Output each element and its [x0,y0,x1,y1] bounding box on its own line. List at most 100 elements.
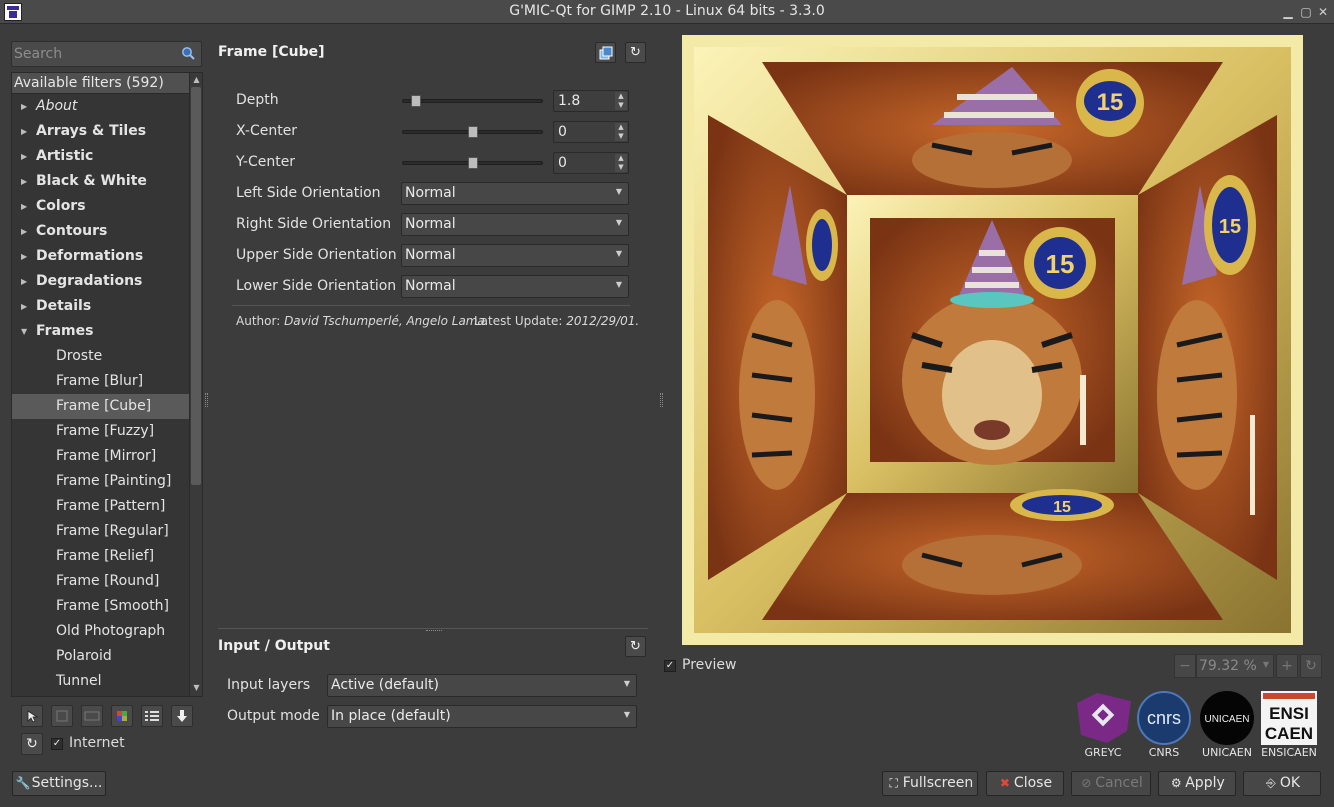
filter-scrollbar[interactable]: ▲ ▼ [189,73,202,696]
close-window-icon[interactable]: ✕ [1316,5,1330,19]
rename-fave-button[interactable] [81,705,103,727]
depth-slider[interactable] [402,99,543,103]
filter-item[interactable]: Droste [12,344,189,369]
unicaen-logo[interactable]: UNICAEN [1200,691,1254,745]
spin-up-icon[interactable]: ▲ [615,123,627,132]
collapsed-arrow-icon[interactable]: ▶ [21,294,27,319]
filter-item[interactable]: ▶ Degradations [12,269,189,294]
filter-item[interactable]: Frame [Round] [12,569,189,594]
expanded-arrow-icon[interactable]: ▼ [21,319,27,344]
filter-item[interactable]: Polaroid [12,644,189,669]
reset-params-button[interactable]: ↻ [625,42,646,63]
depth-slider-handle[interactable] [411,95,422,107]
filter-item[interactable]: Frame [Cube] [12,394,189,419]
ycenter-spinbox[interactable]: 0 ▲ ▼ [553,152,629,174]
remove-fave-button[interactable] [51,705,73,727]
filter-item[interactable]: ▶ Arrays & Tiles [12,119,189,144]
scroll-up-icon[interactable]: ▲ [191,74,202,86]
filter-item[interactable]: Frame [Fuzzy] [12,419,189,444]
right-orientation-select[interactable]: Normal ▼ [401,213,629,236]
zoom-reset-button[interactable]: ↻ [1300,654,1322,678]
ok-button[interactable]: ⎆ OK [1243,771,1321,796]
add-fave-button[interactable] [21,705,43,727]
refresh-icon: ↻ [26,736,38,752]
collapsed-arrow-icon[interactable]: ▶ [21,94,27,119]
cnrs-logo[interactable]: cnrs [1137,691,1191,745]
collapsed-arrow-icon[interactable]: ▶ [21,219,27,244]
close-button[interactable]: ✖ Close [986,771,1064,796]
collapsed-arrow-icon[interactable]: ▶ [21,244,27,269]
filter-tree[interactable]: Available filters (592) ▶ About ▶ Arrays & … [11,72,203,697]
maximize-icon[interactable]: ▢ [1299,5,1313,19]
expand-collapse-button[interactable] [141,705,163,727]
ycenter-slider-handle[interactable] [467,157,478,169]
update-filters-button[interactable]: ↻ [21,733,43,755]
upper-orientation-select[interactable]: Normal ▼ [401,244,629,267]
internet-checkbox[interactable]: ✓ [51,738,63,750]
scroll-down-icon[interactable]: ▼ [191,682,202,694]
search-field[interactable] [11,41,202,67]
filter-item[interactable]: Frame [Blur] [12,369,189,394]
left-orientation-select[interactable]: Normal ▼ [401,182,629,205]
filter-item[interactable]: ▶ Contours [12,219,189,244]
spin-up-icon[interactable]: ▲ [615,92,627,101]
scroll-thumb[interactable] [191,87,201,485]
copy-command-button[interactable] [595,42,616,63]
filter-item[interactable]: Tunnel [12,669,189,694]
filter-item[interactable]: Frame [Painting] [12,469,189,494]
xcenter-spinbox[interactable]: 0 ▲ ▼ [553,121,629,143]
download-button[interactable] [171,705,193,727]
settings-button[interactable]: 🔧Settings... [12,771,106,796]
filter-item[interactable]: ▶ About [12,94,189,119]
filter-item[interactable]: Frame [Mirror] [12,444,189,469]
collapsed-arrow-icon[interactable]: ▶ [21,169,27,194]
lower-orientation-select[interactable]: Normal ▼ [401,275,629,298]
io-separator[interactable] [218,628,648,629]
filter-item[interactable]: ▼ Frames [12,319,189,344]
collapsed-arrow-icon[interactable]: ▶ [21,269,27,294]
title-bar[interactable]: G'MIC-Qt for GIMP 2.10 - Linux 64 bits -… [0,0,1334,24]
greyc-logo[interactable] [1077,691,1131,745]
preview-image[interactable]: 15 15 15 15 [682,35,1303,645]
filter-item[interactable]: ▶ Details [12,294,189,319]
filter-item[interactable]: ▶ Colors [12,194,189,219]
copy-icon [599,46,612,60]
collapsed-arrow-icon[interactable]: ▶ [21,194,27,219]
zoom-out-button[interactable]: − [1174,654,1196,678]
spin-down-icon[interactable]: ▼ [615,101,627,110]
collapsed-arrow-icon[interactable]: ▶ [21,144,27,169]
filter-item[interactable]: Frame [Pattern] [12,494,189,519]
fullscreen-button[interactable]: ⛶ Fullscreen [882,771,978,796]
right-splitter-handle[interactable] [660,393,663,407]
spin-down-icon[interactable]: ▼ [615,132,627,141]
zoom-select[interactable]: 79.32 % ▼ [1196,654,1274,678]
filter-item-label: Arrays & Tiles [36,123,147,139]
filter-item[interactable]: ▶ Artistic [12,144,189,169]
cancel-button[interactable]: ⊘ Cancel [1071,771,1151,796]
input-layers-select[interactable]: Active (default) ▼ [327,674,637,697]
ensicaen-logo[interactable]: ENSI CAEN [1261,691,1317,745]
minimize-icon[interactable]: ▁ [1281,5,1295,19]
search-input[interactable] [14,45,174,63]
io-reset-button[interactable]: ↻ [625,636,646,657]
visibility-button[interactable] [111,705,133,727]
spin-down-icon[interactable]: ▼ [615,163,627,172]
filter-item[interactable]: ▶ Black & White [12,169,189,194]
filter-item-label: Frame [Regular] [56,523,169,539]
filter-item[interactable]: ▶ Deformations [12,244,189,269]
apply-button[interactable]: ⚙ Apply [1158,771,1236,796]
filter-item[interactable]: Frame [Relief] [12,544,189,569]
preview-checkbox[interactable]: ✓ [664,660,676,672]
zoom-in-button[interactable]: + [1276,654,1298,678]
filter-item[interactable]: Old Photograph [12,619,189,644]
filter-item[interactable]: Frame [Smooth] [12,594,189,619]
spin-up-icon[interactable]: ▲ [615,154,627,163]
output-mode-select[interactable]: In place (default) ▼ [327,705,637,728]
xcenter-slider-handle[interactable] [467,126,478,138]
filter-list[interactable]: ▶ About ▶ Arrays & Tiles ▶ Artistic ▶ Black & W… [12,94,189,696]
filter-item[interactable]: Frame [Regular] [12,519,189,544]
io-splitter-grip[interactable] [426,630,442,632]
depth-spinbox[interactable]: 1.8 ▲ ▼ [553,90,629,112]
collapsed-arrow-icon[interactable]: ▶ [21,119,27,144]
left-splitter-handle[interactable] [205,393,208,407]
